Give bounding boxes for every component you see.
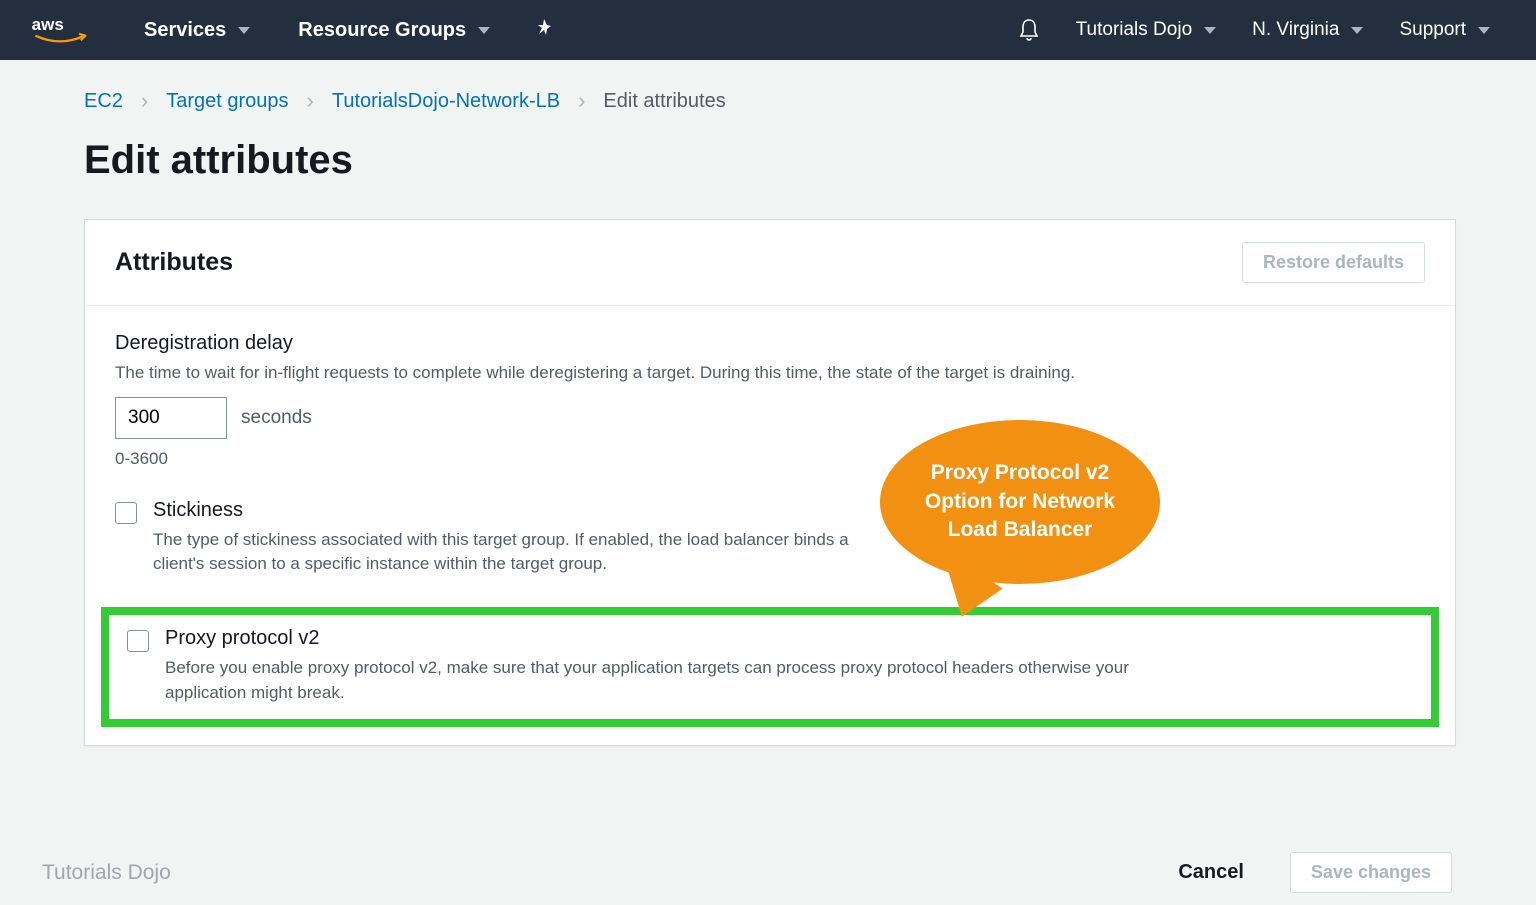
notifications-icon[interactable]: [1000, 0, 1058, 60]
dereg-range: 0-3600: [115, 449, 1425, 469]
dereg-label: Deregistration delay: [115, 332, 1425, 355]
chevron-down-icon: [478, 27, 490, 34]
breadcrumb-lb[interactable]: TutorialsDojo-Network-LB: [332, 90, 560, 113]
dereg-delay-input[interactable]: [115, 397, 227, 439]
nav-region[interactable]: N. Virginia: [1234, 0, 1381, 60]
nav-region-label: N. Virginia: [1252, 19, 1339, 41]
aws-logo[interactable]: aws: [0, 13, 120, 47]
stickiness-checkbox[interactable]: [115, 502, 137, 524]
nav-support[interactable]: Support: [1381, 0, 1508, 60]
chevron-right-icon: ›: [578, 88, 585, 114]
svg-text:aws: aws: [32, 15, 64, 34]
dereg-desc: The time to wait for in-flight requests …: [115, 361, 1425, 385]
page-title: Edit attributes: [84, 138, 1456, 183]
nav-account[interactable]: Tutorials Dojo: [1058, 0, 1235, 60]
chevron-down-icon: [1351, 27, 1363, 34]
proxy-desc: Before you enable proxy protocol v2, mak…: [165, 656, 1205, 705]
proxy-highlight: Proxy protocol v2 Before you enable prox…: [101, 607, 1439, 727]
breadcrumb-target-groups[interactable]: Target groups: [166, 90, 288, 113]
proxy-protocol-checkbox[interactable]: [127, 630, 149, 652]
save-changes-button[interactable]: Save changes: [1290, 852, 1452, 893]
restore-defaults-button[interactable]: Restore defaults: [1242, 242, 1425, 283]
callout-text: Proxy Protocol v2 Option for Network Loa…: [910, 459, 1130, 544]
callout-bubble: Proxy Protocol v2 Option for Network Loa…: [880, 420, 1160, 584]
proxy-label: Proxy protocol v2: [165, 627, 1413, 650]
nav-account-label: Tutorials Dojo: [1076, 19, 1193, 41]
bell-icon: [1018, 18, 1040, 42]
top-navbar: aws Services Resource Groups Tutorials D…: [0, 0, 1536, 60]
breadcrumb-ec2[interactable]: EC2: [84, 90, 123, 113]
stickiness-block: Stickiness The type of stickiness associ…: [115, 499, 1425, 577]
nav-services-label: Services: [144, 19, 226, 42]
deregistration-delay-block: Deregistration delay The time to wait fo…: [115, 332, 1425, 469]
pin-icon[interactable]: [534, 17, 554, 43]
chevron-right-icon: ›: [307, 88, 314, 114]
nav-resource-groups-label: Resource Groups: [298, 19, 466, 42]
nav-resource-groups[interactable]: Resource Groups: [274, 0, 514, 60]
chevron-down-icon: [1204, 27, 1216, 34]
attributes-panel: Attributes Restore defaults Deregistrati…: [84, 219, 1456, 746]
cancel-button[interactable]: Cancel: [1178, 861, 1244, 884]
chevron-down-icon: [1478, 27, 1490, 34]
nav-support-label: Support: [1399, 19, 1466, 41]
breadcrumb-current: Edit attributes: [603, 90, 725, 113]
chevron-down-icon: [238, 27, 250, 34]
stickiness-label: Stickiness: [153, 499, 1425, 522]
footer: Tutorials Dojo Cancel Save changes: [0, 852, 1536, 893]
stickiness-desc: The type of stickiness associated with t…: [153, 528, 893, 577]
dereg-unit: seconds: [241, 407, 312, 429]
aws-logo-icon: aws: [31, 13, 89, 47]
nav-services[interactable]: Services: [120, 0, 274, 60]
panel-title: Attributes: [115, 248, 233, 277]
chevron-right-icon: ›: [141, 88, 148, 114]
watermark: Tutorials Dojo: [42, 861, 171, 885]
breadcrumb: EC2 › Target groups › TutorialsDojo-Netw…: [84, 88, 1456, 114]
